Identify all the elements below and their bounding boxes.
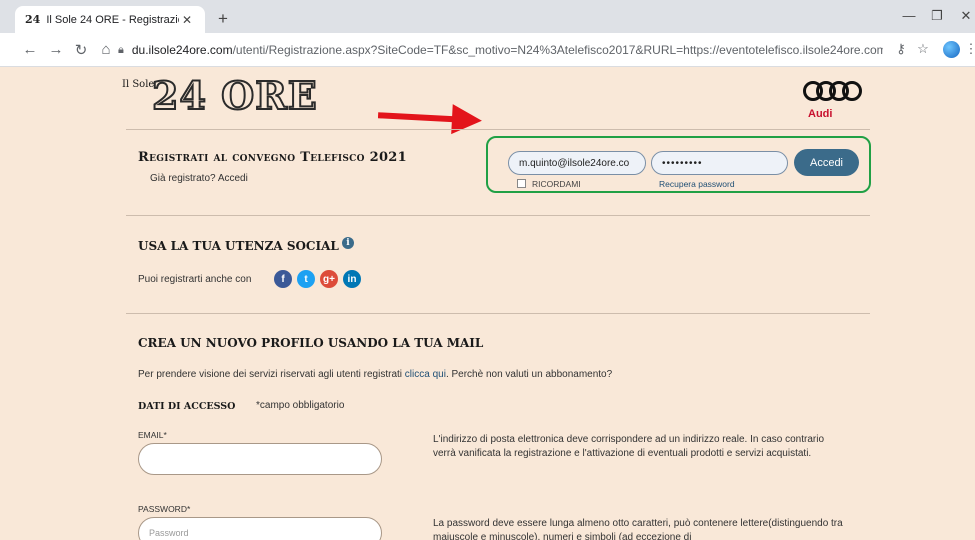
password-label: PASSWORD* [138,504,191,514]
url-domain: du.ilsole24ore.com [131,43,233,57]
email-help-text: L'indirizzo di posta elettronica deve co… [433,434,825,459]
browser-tab[interactable]: 24 Il Sole 24 ORE - Registrazione ✕ [15,6,205,33]
remember-label: RICORDAMI [532,179,581,189]
menu-icon[interactable]: ⋮ [962,41,975,57]
password-field[interactable]: Password [138,517,382,540]
login-password-input[interactable]: ••••••••• [651,151,788,175]
address-bar[interactable]: 🔒︎ du.ilsole24ore.com/utenti/Registrazio… [118,37,883,63]
profile-icon[interactable] [943,41,960,58]
social-title: USA LA TUA UTENZA SOCIAL [138,239,339,253]
star-icon[interactable]: ☆ [914,41,932,57]
tab-close-icon[interactable]: ✕ [179,13,195,27]
logo-small-text: Il Sole [122,79,155,90]
social-text: Puoi registrarti anche con [138,274,252,285]
subscription-info: Per prendere visione dei servizi riserva… [138,369,612,380]
info-prefix: Per prendere visione dei servizi riserva… [138,369,405,380]
linkedin-icon[interactable]: in [343,270,361,288]
remember-checkbox[interactable] [517,179,526,188]
twitter-icon[interactable]: t [297,270,315,288]
red-arrow-annotation [378,104,482,135]
minimize-icon[interactable]: — [900,8,918,23]
login-email-input[interactable]: m.quinto@ilsole24ore.co [508,151,646,175]
create-profile-title: CREA UN NUOVO PROFILO USANDO LA TUA MAIL [138,336,484,350]
email-label: EMAIL* [138,430,167,440]
audi-rings-icon [803,81,862,101]
home-icon[interactable]: ⌂ [97,41,115,58]
audi-label: Audi [808,108,833,120]
divider [126,215,870,216]
key-icon[interactable]: ⚷ [892,41,910,57]
reload-icon[interactable]: ↻ [72,41,90,59]
tab-strip: 24 Il Sole 24 ORE - Registrazione ✕ + — … [0,0,975,33]
info-icon[interactable]: i [342,237,354,249]
logo-24ore[interactable]: 24 ORE [151,72,318,119]
facebook-icon[interactable]: f [274,270,292,288]
click-here-link[interactable]: clicca qui [405,369,446,380]
google-plus-icon[interactable]: g+ [320,270,338,288]
required-note: *campo obbligatorio [256,400,345,411]
divider [126,129,870,130]
registration-page: Il Sole 24 ORE Audi Registrati al conveg… [0,67,975,540]
password-help-text: La password deve essere lunga almeno ott… [433,518,843,540]
browser-toolbar: ← → ↻ ⌂ 🔒︎ du.ilsole24ore.com/utenti/Reg… [0,33,975,67]
favicon-icon: 24 [25,13,41,26]
lock-icon: 🔒︎ [118,43,124,56]
email-field[interactable] [138,443,382,475]
registration-title: Registrati al convegno Telefisco 2021 [138,150,407,165]
recover-password-link[interactable]: Recupera password [659,179,735,189]
back-icon[interactable]: ← [21,41,39,58]
login-button[interactable]: Accedi [794,149,859,176]
already-registered-link[interactable]: Già registrato? Accedi [150,173,248,184]
tab-title: Il Sole 24 ORE - Registrazione [46,13,179,26]
url-path: /utenti/Registrazione.aspx?SiteCode=TF&s… [232,43,883,57]
restore-icon[interactable]: ❐ [928,8,946,24]
access-data-title: DATI DI ACCESSO [138,401,236,412]
close-window-icon[interactable]: ✕ [957,8,975,24]
divider [126,313,870,314]
new-tab-button[interactable]: + [213,9,233,29]
forward-icon[interactable]: → [47,41,65,58]
info-suffix: . Perchè non valuti un abbonamento? [445,369,613,380]
